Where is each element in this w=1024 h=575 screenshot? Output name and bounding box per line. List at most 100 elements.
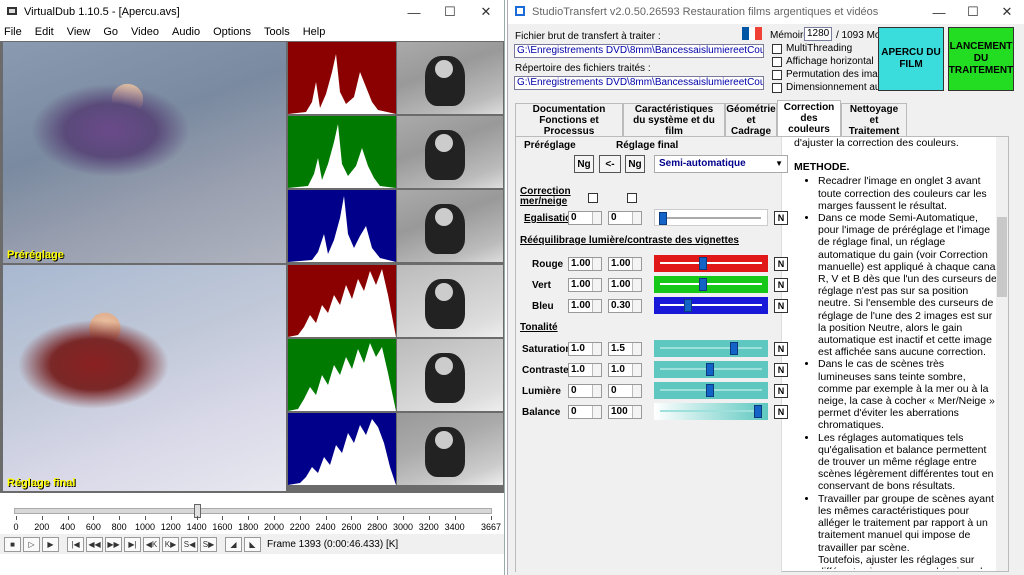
menu-tools[interactable]: Tools — [264, 26, 290, 38]
tonalite-title: Tonalité — [520, 322, 558, 333]
lumiere-preset-input[interactable]: 0 — [568, 384, 602, 398]
timeline-tick-mark — [299, 516, 301, 520]
copy-arrow-button[interactable]: <- — [599, 155, 621, 173]
doc-tail: Toutefois, ajuster les réglages sur diff… — [818, 553, 998, 569]
doc-scrollbar-thumb[interactable] — [997, 217, 1007, 297]
egalisation-slider-knob[interactable] — [659, 212, 667, 225]
timeline-tick-label: 3000 — [392, 522, 414, 532]
prev-icon[interactable]: ◀◀ — [86, 536, 103, 552]
lumiere-final-input[interactable]: 0 — [608, 384, 642, 398]
mode-select[interactable]: Semi-automatique ▼ — [654, 155, 788, 173]
timeline-tick-label: 2200 — [289, 522, 310, 532]
stop-icon[interactable]: ■ — [4, 536, 21, 552]
scene-next-icon[interactable]: S▶ — [200, 536, 217, 552]
next-key-icon[interactable]: K▶ — [162, 536, 179, 552]
balance-slider[interactable] — [654, 403, 768, 420]
minimize-icon[interactable]: — — [396, 5, 432, 20]
egalisation-preset-input[interactable]: 0 — [568, 211, 602, 225]
start-icon[interactable]: |◀ — [67, 536, 84, 552]
egalisation-slider[interactable] — [654, 209, 768, 226]
studio-maximize-icon[interactable]: ☐ — [956, 4, 990, 20]
vert-slider-knob[interactable] — [699, 278, 707, 291]
doc-bullet: Travailler par groupe de scènes ayant le… — [818, 493, 1000, 554]
studio-close-icon[interactable]: ✕ — [990, 4, 1024, 20]
memory-field[interactable]: 1280 — [804, 27, 832, 41]
tab-geometry[interactable]: Géométrie et Cadrage — [725, 103, 777, 137]
rouge-final-input[interactable]: 1.00 — [608, 257, 642, 271]
menu-video[interactable]: Video — [131, 26, 159, 38]
mark-in-icon[interactable]: ◢ — [225, 536, 242, 552]
menu-file[interactable]: File — [4, 26, 22, 38]
timeline-tick-mark — [377, 516, 379, 520]
tab-color-correction[interactable]: Correction des couleurs — [777, 100, 841, 136]
egalisation-final-input[interactable]: 0 — [608, 211, 642, 225]
balance-final-input[interactable]: 100 — [608, 405, 642, 419]
preview-film-button[interactable]: APERCU DU FILM — [878, 27, 944, 91]
menu-view[interactable]: View — [67, 26, 91, 38]
horizontal-display-checkbox[interactable] — [772, 57, 782, 67]
saturation-slider[interactable] — [654, 340, 768, 357]
vert-label: Vert — [532, 280, 551, 291]
grayscale-red-final — [397, 265, 503, 337]
french-flag-icon[interactable] — [742, 27, 763, 40]
tab-characteristics[interactable]: Caractéristiques du système et du film — [623, 103, 725, 137]
menu-edit[interactable]: Edit — [35, 26, 54, 38]
mark-out-icon[interactable]: ◣ — [244, 536, 261, 552]
prev-key-icon[interactable]: ◀K — [143, 536, 160, 552]
bleu-final-input[interactable]: 0.30 — [608, 299, 642, 313]
rouge-label: Rouge — [532, 259, 564, 270]
timeline-tick-label: 2800 — [367, 522, 388, 532]
contraste-preset-input[interactable]: 1.0 — [568, 363, 602, 377]
bleu-preset-input[interactable]: 1.00 — [568, 299, 602, 313]
contraste-slider[interactable] — [654, 361, 768, 378]
balance-slider-knob[interactable] — [754, 405, 762, 418]
timeline-tick-label: 3667 — [480, 522, 502, 532]
menu-audio[interactable]: Audio — [172, 26, 200, 38]
launch-processing-button[interactable]: LANCEMENT DU TRAITEMENT — [948, 27, 1014, 91]
menu-go[interactable]: Go — [103, 26, 118, 38]
tab-cleaning[interactable]: Nettoyage et Traitement — [841, 103, 907, 137]
studio-minimize-icon[interactable]: — — [922, 5, 956, 20]
ng-final-button[interactable]: Ng — [625, 155, 645, 173]
sea-snow-final-checkbox[interactable] — [627, 193, 637, 203]
auto-sizing-checkbox[interactable] — [772, 83, 782, 93]
rouge-preset-input[interactable]: 1.00 — [568, 257, 602, 271]
multithreading-checkbox[interactable] — [772, 44, 782, 54]
end-icon[interactable]: ▶| — [124, 536, 141, 552]
vert-final-input[interactable]: 1.00 — [608, 278, 642, 292]
ng-preset-button[interactable]: Ng — [574, 155, 594, 173]
tab-documentation[interactable]: Documentation Fonctions et Processus — [515, 103, 623, 137]
contraste-final-input[interactable]: 1.0 — [608, 363, 642, 377]
saturation-slider-knob[interactable] — [730, 342, 738, 355]
lumiere-slider-knob[interactable] — [706, 384, 714, 397]
vert-slider[interactable] — [654, 276, 768, 293]
rouge-slider[interactable] — [654, 255, 768, 272]
saturation-preset-input[interactable]: 1.0 — [568, 342, 602, 356]
timeline-track[interactable] — [14, 508, 492, 514]
play-output-icon[interactable]: ▶ — [42, 536, 59, 552]
rouge-slider-knob[interactable] — [699, 257, 707, 270]
timeline-tick-mark — [196, 516, 198, 520]
lumiere-slider[interactable] — [654, 382, 768, 399]
doc-bullet: Dans ce mode Semi-Automatique, pour l'im… — [818, 212, 1000, 358]
output-field[interactable]: G:\Enregistrements DVD\8mm\Bancessaislum… — [514, 76, 764, 90]
vert-preset-input[interactable]: 1.00 — [568, 278, 602, 292]
timeline-tick-mark — [222, 516, 224, 520]
contraste-slider-knob[interactable] — [706, 363, 714, 376]
next-icon[interactable]: ▶▶ — [105, 536, 122, 552]
scene-prev-icon[interactable]: S◀ — [181, 536, 198, 552]
image-permutation-checkbox[interactable] — [772, 70, 782, 80]
close-icon[interactable]: ✕ — [468, 4, 504, 20]
menu-options[interactable]: Options — [213, 26, 251, 38]
menu-help[interactable]: Help — [303, 26, 326, 38]
play-input-icon[interactable]: ▷ — [23, 536, 40, 552]
source-field[interactable]: G:\Enregistrements DVD\8mm\Bancessaislum… — [514, 44, 764, 58]
doc-scrollbar[interactable] — [996, 137, 1008, 571]
maximize-icon[interactable]: ☐ — [432, 4, 468, 20]
sea-snow-preset-checkbox[interactable] — [588, 193, 598, 203]
bleu-slider-knob[interactable] — [684, 299, 692, 312]
saturation-final-input[interactable]: 1.5 — [608, 342, 642, 356]
bleu-slider[interactable] — [654, 297, 768, 314]
balance-preset-input[interactable]: 0 — [568, 405, 602, 419]
chevron-down-icon: ▼ — [775, 159, 783, 168]
